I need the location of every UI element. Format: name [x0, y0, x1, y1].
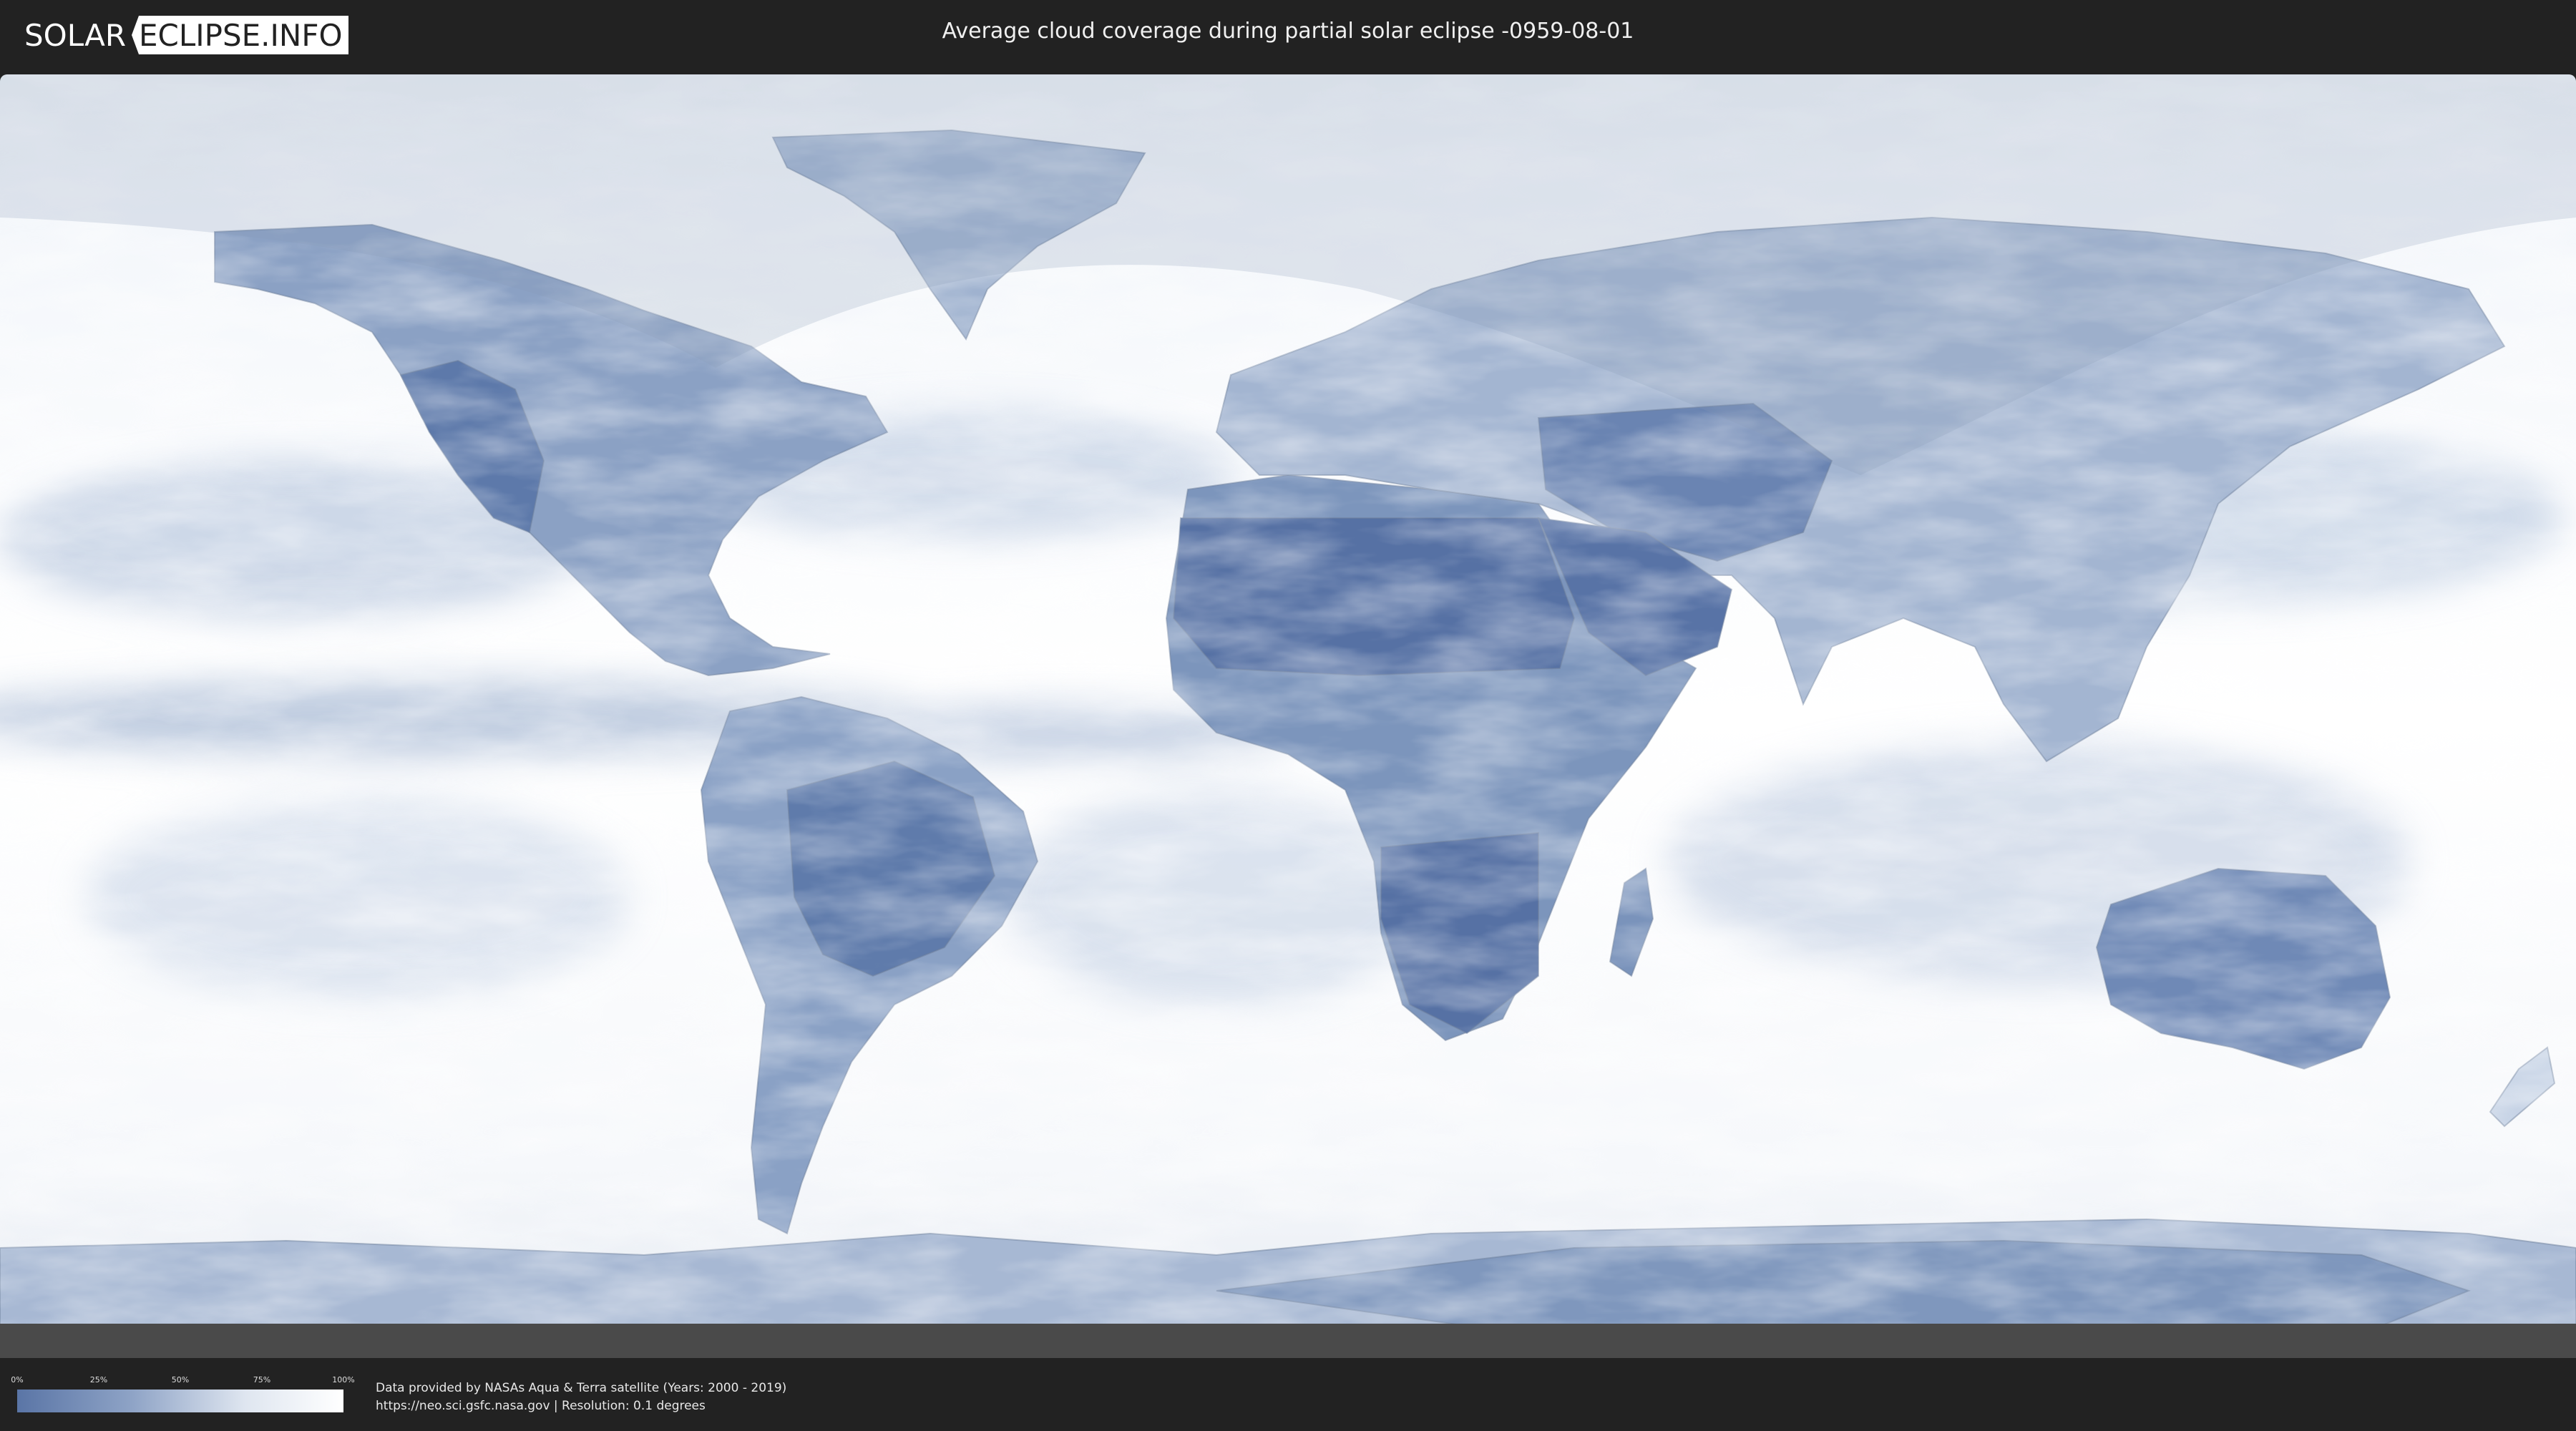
- source-line[interactable]: https://neo.sci.gsfc.nasa.gov | Resoluti…: [376, 1397, 786, 1415]
- legend-tick-0: 0%: [11, 1375, 24, 1384]
- footer-bar: 0% 25% 50% 75% 100% Data provided by NAS…: [0, 1358, 2576, 1431]
- legend-tick-100: 100%: [332, 1375, 355, 1384]
- legend-tick-75: 75%: [253, 1375, 271, 1384]
- header-bar: SOLAR ECLIPSE.INFO Average cloud coverag…: [0, 0, 2576, 71]
- data-credits: Data provided by NASAs Aqua & Terra sate…: [376, 1379, 786, 1415]
- legend-tick-50: 50%: [171, 1375, 190, 1384]
- credit-line: Data provided by NASAs Aqua & Terra sate…: [376, 1381, 787, 1395]
- legend-tick-25: 25%: [89, 1375, 108, 1384]
- map-bottom-band: [0, 1324, 2576, 1358]
- map-title: Average cloud coverage during partial so…: [942, 19, 1634, 44]
- world-map-svg: [0, 74, 2576, 1358]
- cloud-coverage-map[interactable]: [0, 74, 2576, 1358]
- legend-gradient-bar: [17, 1390, 343, 1412]
